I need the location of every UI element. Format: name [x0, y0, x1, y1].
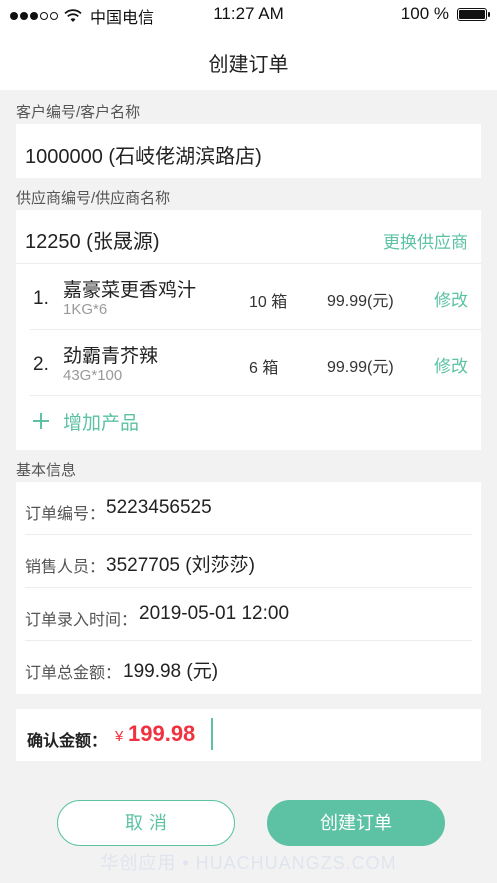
customer-section-label: 客户编号/客户名称 [16, 104, 141, 121]
edit-product-button[interactable]: 修改 [434, 352, 468, 377]
confirm-amount-value: 199.98 [128, 721, 196, 746]
add-product-button[interactable]: 增加产品 [30, 396, 330, 446]
change-supplier-link[interactable]: 更换供应商 [383, 228, 468, 253]
supplier-header: 12250 (张晟源) 更换供应商 [16, 210, 481, 264]
customer-field[interactable]: 1000000 (石岐佬湖滨路店) [16, 124, 481, 178]
salesperson-row: 销售人员： 3527705 (刘莎莎) [25, 535, 472, 588]
currency-symbol: ¥ [115, 728, 124, 745]
customer-value: 1000000 (石岐佬湖滨路店) [25, 146, 262, 168]
create-order-screen: 中国电信 11:27 AM 100 % 创建订单 客户编号/客户名称 10000… [0, 0, 497, 883]
entry-time-label: 订单录入时间： [25, 612, 138, 629]
product-spec: 43G*100 [63, 367, 123, 384]
product-row: 2. 劲霸青芥辣 43G*100 6 箱 99.99(元) 修改 [30, 330, 481, 396]
order-number-row: 订单编号： 5223456525 [25, 482, 472, 535]
battery-level [459, 9, 485, 19]
navigation-bar: 创建订单 [0, 30, 497, 90]
entry-time-row: 订单录入时间： 2019-05-01 12:00 [25, 588, 472, 641]
battery-percent: 100 % [400, 4, 449, 23]
edit-product-button[interactable]: 修改 [434, 286, 468, 311]
confirm-amount-label: 确认金额： [27, 733, 108, 750]
entry-time-value: 2019-05-01 12:00 [139, 603, 290, 624]
supplier-section-label: 供应商编号/供应商名称 [16, 190, 171, 207]
order-total-label: 订单总金额： [25, 665, 122, 682]
order-total-row: 订单总金额： 199.98 (元) [25, 641, 472, 694]
status-bar-right: 100 % [400, 4, 490, 24]
product-index: 1. [33, 288, 49, 309]
add-product-label: 增加产品 [63, 412, 140, 434]
confirm-amount-field[interactable]: 确认金额： ¥ 199.98 [16, 709, 481, 761]
product-quantity: 10 箱 [249, 294, 288, 311]
page-title: 创建订单 [208, 54, 289, 76]
text-cursor [211, 718, 213, 750]
product-price: 99.99(元) [327, 293, 394, 310]
battery-icon [457, 7, 490, 21]
product-name: 嘉豪菜更香鸡汁 [63, 280, 197, 301]
watermark: 华创应用 • HUACHUANGZS.COM [100, 853, 397, 873]
product-price: 99.99(元) [327, 359, 394, 376]
status-bar: 中国电信 11:27 AM 100 % [0, 0, 497, 30]
order-number-value: 5223456525 [106, 497, 212, 518]
plus-icon [33, 413, 49, 429]
product-spec: 1KG*6 [63, 301, 108, 318]
order-total-value: 199.98 (元) [123, 661, 219, 682]
order-number-label: 订单编号： [25, 506, 106, 523]
product-index: 2. [33, 354, 49, 375]
cancel-button[interactable]: 取消 [57, 800, 235, 846]
salesperson-label: 销售人员： [25, 559, 106, 576]
basic-info-section-label: 基本信息 [16, 462, 77, 479]
product-name: 劲霸青芥辣 [63, 346, 159, 367]
product-quantity: 6 箱 [249, 360, 279, 377]
supplier-card: 12250 (张晟源) 更换供应商 1. 嘉豪菜更香鸡汁 1KG*6 10 箱 … [16, 210, 481, 450]
salesperson-value: 3527705 (刘莎莎) [106, 555, 255, 576]
basic-info-card: 订单编号： 5223456525 销售人员： 3527705 (刘莎莎) 订单录… [16, 482, 481, 694]
product-row: 1. 嘉豪菜更香鸡汁 1KG*6 10 箱 99.99(元) 修改 [30, 264, 481, 330]
create-order-button[interactable]: 创建订单 [267, 800, 445, 846]
supplier-value: 12250 (张晟源) [25, 231, 160, 253]
